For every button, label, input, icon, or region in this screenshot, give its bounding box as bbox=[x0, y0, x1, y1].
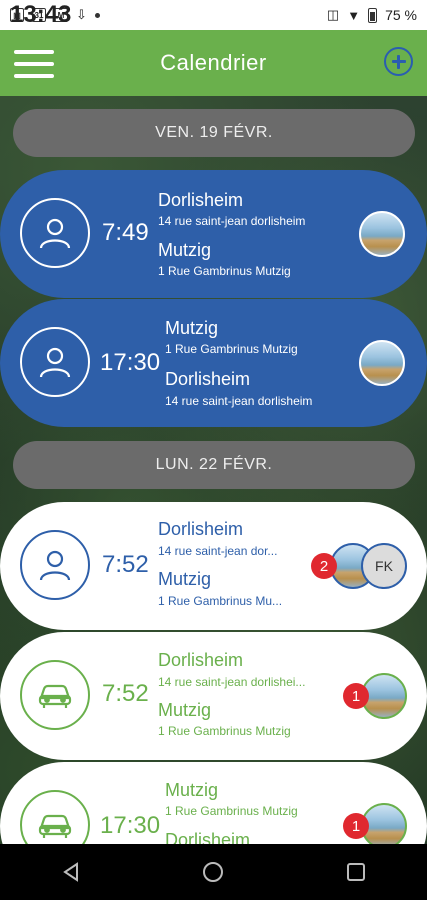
battery-level: 75 % bbox=[385, 7, 417, 23]
app-bar: Calendrier bbox=[0, 30, 427, 96]
departure-name: Mutzig bbox=[165, 780, 219, 800]
pending-count-badge: 2 bbox=[311, 553, 337, 579]
ride-time: 7:52 bbox=[102, 551, 149, 578]
battery-icon bbox=[368, 7, 378, 23]
ride-card[interactable]: 7:52 Dorlisheim 14 rue saint-jean dorlis… bbox=[0, 632, 427, 760]
driver-avatar[interactable] bbox=[359, 211, 405, 257]
hamburger-menu-icon[interactable] bbox=[14, 50, 54, 78]
home-icon[interactable] bbox=[193, 852, 233, 892]
departure-name: Mutzig bbox=[165, 318, 219, 338]
download-icon: ⇩ bbox=[76, 7, 87, 22]
wifi-icon: ▼ bbox=[347, 7, 361, 23]
status-time: 13:43 bbox=[10, 1, 72, 28]
vibrate-icon: ◫ bbox=[326, 7, 340, 22]
ride-card[interactable]: 17:30 Mutzig 1 Rue Gambrinus Mutzig Dorl… bbox=[0, 762, 427, 844]
ride-time: 17:30 bbox=[100, 349, 161, 376]
ride-time: 17:30 bbox=[100, 812, 161, 839]
system-navigation-bar bbox=[0, 844, 427, 900]
status-bar: 13:43 ▣ 31 M ⇩ ◫ ▼ 75 % bbox=[0, 0, 427, 30]
person-icon bbox=[20, 530, 90, 600]
departure-address: 14 rue saint-jean dor... bbox=[158, 544, 278, 558]
departure-address: 14 rue saint-jean dorlishei... bbox=[158, 675, 306, 689]
arrival-address: 1 Rue Gambrinus Mutzig bbox=[158, 724, 291, 738]
departure-name: Dorlisheim bbox=[158, 519, 244, 539]
calendar-list[interactable]: VEN. 19 FÉVR. 7:49 Dorlisheim 14 rue sai… bbox=[0, 96, 427, 844]
recents-icon[interactable] bbox=[336, 852, 376, 892]
more-notifications-icon bbox=[94, 12, 100, 18]
ride-card[interactable]: 17:30 Mutzig 1 Rue Gambrinus Mutzig Dorl… bbox=[0, 299, 427, 427]
car-icon bbox=[20, 790, 90, 844]
departure-name: Dorlisheim bbox=[158, 650, 244, 670]
car-icon bbox=[20, 660, 90, 730]
ride-time: 7:49 bbox=[102, 219, 149, 246]
date-header: LUN. 22 FÉVR. bbox=[13, 441, 415, 489]
person-icon bbox=[20, 327, 90, 397]
arrival-name: Mutzig bbox=[158, 240, 212, 260]
back-icon[interactable] bbox=[51, 852, 91, 892]
arrival-name: Mutzig bbox=[158, 700, 212, 720]
add-ride-button[interactable] bbox=[384, 47, 413, 76]
pending-count-badge: 1 bbox=[343, 683, 369, 709]
ride-card[interactable]: 7:52 Dorlisheim 14 rue saint-jean dor...… bbox=[0, 502, 427, 630]
arrival-name: Dorlisheim bbox=[165, 830, 251, 844]
ride-time: 7:52 bbox=[102, 680, 149, 707]
arrival-address: 1 Rue Gambrinus Mu... bbox=[158, 594, 283, 608]
driver-avatar[interactable] bbox=[359, 340, 405, 386]
ride-card[interactable]: 7:49 Dorlisheim 14 rue saint-jean dorlis… bbox=[0, 170, 427, 298]
pending-count-badge: 1 bbox=[343, 813, 369, 839]
departure-address: 1 Rue Gambrinus Mutzig bbox=[165, 342, 298, 356]
passenger-initials-avatar[interactable]: FK bbox=[361, 543, 407, 589]
arrival-name: Dorlisheim bbox=[165, 369, 251, 389]
person-icon bbox=[20, 198, 90, 268]
arrival-address: 1 Rue Gambrinus Mutzig bbox=[158, 264, 291, 278]
departure-address: 14 rue saint-jean dorlisheim bbox=[158, 214, 306, 228]
date-header: VEN. 19 FÉVR. bbox=[13, 109, 415, 157]
departure-address: 1 Rue Gambrinus Mutzig bbox=[165, 804, 298, 818]
page-title: Calendrier bbox=[160, 50, 267, 75]
departure-name: Dorlisheim bbox=[158, 190, 244, 210]
arrival-name: Mutzig bbox=[158, 569, 212, 589]
arrival-address: 14 rue saint-jean dorlisheim bbox=[165, 394, 313, 408]
